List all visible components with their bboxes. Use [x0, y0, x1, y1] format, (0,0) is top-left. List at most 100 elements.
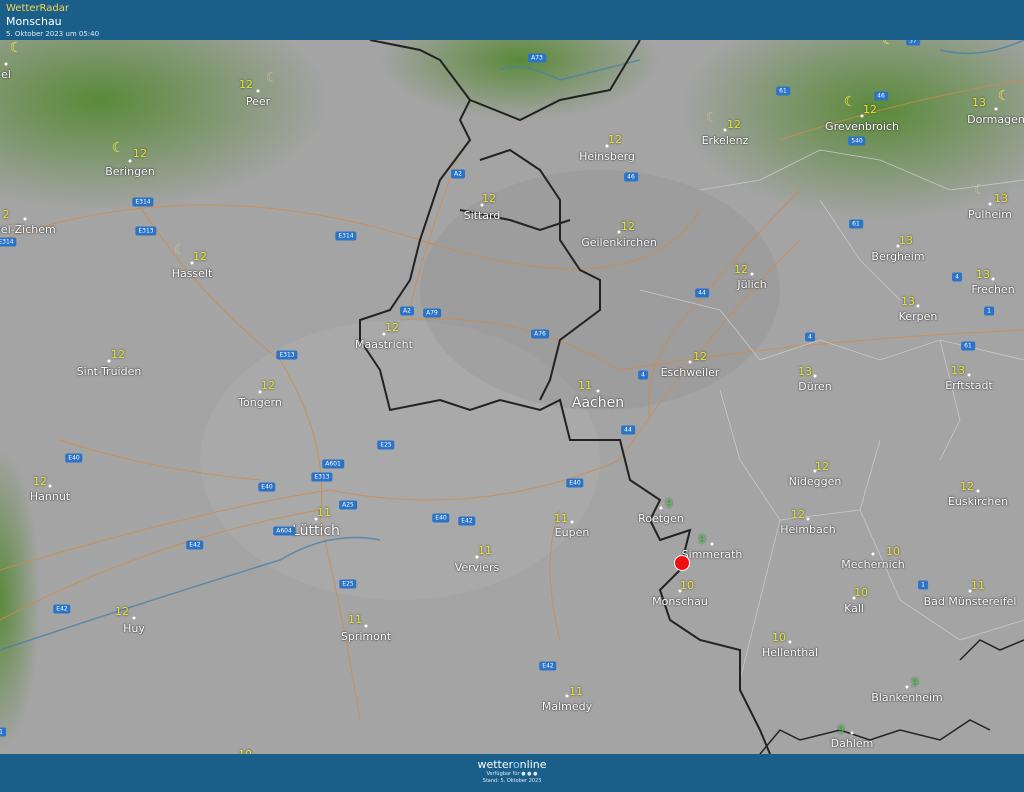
- road-shield: E42: [53, 604, 71, 614]
- city-label[interactable]: Jülich: [737, 278, 766, 291]
- moon-icon: ☾: [9, 40, 23, 56]
- city-dot: [806, 517, 810, 521]
- city-label[interactable]: Malmedy: [542, 700, 592, 713]
- city-label[interactable]: Huy: [123, 622, 145, 635]
- road-shield: 1: [0, 727, 6, 737]
- temperature-label: 13: [899, 234, 913, 247]
- city-label[interactable]: Kall: [844, 602, 864, 615]
- city-dot: [871, 552, 875, 556]
- map-base: [0, 40, 1024, 754]
- location-pin[interactable]: [674, 555, 690, 571]
- moon-icon: ☾: [111, 140, 125, 156]
- brand-title: WetterRadar: [6, 3, 70, 14]
- radar-map[interactable]: Beringen 12 Peer 12 vel-Zichem 2 Hasselt 12 Sint…: [0, 40, 1024, 754]
- city-dot: [48, 484, 52, 488]
- city-dot: [132, 616, 136, 620]
- road-shield: 1: [984, 306, 994, 316]
- city-dot: [850, 731, 854, 735]
- city-label[interactable]: Sint-Truiden: [77, 365, 142, 378]
- road-shield: A2: [451, 169, 465, 179]
- city-dot: [976, 489, 980, 493]
- road-shield: A2: [400, 306, 414, 316]
- city-label[interactable]: Bergheim: [871, 250, 924, 263]
- road-shield: E40: [65, 453, 83, 463]
- city-label[interactable]: Maastricht: [355, 338, 413, 351]
- city-dot: [23, 217, 27, 221]
- city-label[interactable]: Hasselt: [172, 267, 213, 280]
- temperature-label: 10: [772, 631, 786, 644]
- city-label[interactable]: Nideggen: [789, 475, 842, 488]
- temperature-label: 11: [578, 379, 592, 392]
- city-label[interactable]: Beringen: [105, 165, 155, 178]
- city-label[interactable]: Düren: [798, 380, 831, 393]
- city-label[interactable]: Pulheim: [968, 208, 1012, 221]
- moon-icon: ☾: [973, 182, 987, 198]
- road-shield: E40: [432, 513, 450, 523]
- moon-icon: ☾: [705, 110, 719, 126]
- temperature-label: 12: [621, 220, 635, 233]
- city-dot: [364, 624, 368, 628]
- city-dot: [128, 159, 132, 163]
- road-shield: E42: [186, 540, 204, 550]
- city-label[interactable]: Grevenbroich: [825, 120, 899, 133]
- temperature-label: 12: [727, 118, 741, 131]
- city-label[interactable]: Mechernich: [841, 558, 904, 571]
- city-label[interactable]: vel-Zichem: [0, 223, 56, 236]
- temperature-label: 9: [698, 533, 706, 546]
- road-shield: E313: [276, 350, 298, 360]
- city-label[interactable]: Tongern: [238, 396, 282, 409]
- road-shield: A73: [528, 53, 546, 63]
- city-label[interactable]: Sprimont: [341, 630, 391, 643]
- city-dot: [596, 389, 600, 393]
- temperature-label: 11: [478, 544, 492, 557]
- city-label[interactable]: Euskirchen: [948, 495, 1008, 508]
- city-dot: [710, 542, 714, 546]
- city-label[interactable]: el: [1, 68, 11, 81]
- temperature-label: 12: [482, 192, 496, 205]
- city-label[interactable]: Lüttich: [292, 523, 340, 539]
- city-label[interactable]: Bad Münstereifel: [924, 595, 1017, 608]
- road-shield: A25: [339, 500, 357, 510]
- moon-icon: ☾: [997, 88, 1011, 104]
- city-label[interactable]: Simmerath: [682, 548, 743, 561]
- temperature-label: 9: [837, 723, 845, 736]
- city-label[interactable]: Heinsberg: [579, 150, 635, 163]
- city-label[interactable]: Heimbach: [780, 523, 836, 536]
- moon-icon: ☾: [173, 242, 187, 258]
- available-note: Verfügbar für ● ● ●: [486, 771, 538, 777]
- city-label[interactable]: Aachen: [572, 395, 624, 411]
- city-label[interactable]: Kerpen: [899, 310, 938, 323]
- city-label[interactable]: Monschau: [652, 595, 708, 608]
- city-label[interactable]: Erftstadt: [945, 379, 993, 392]
- temperature-label: 12: [111, 348, 125, 361]
- temperature-label: 10: [886, 545, 900, 558]
- temperature-label: 9: [665, 497, 673, 510]
- road-shield: E314: [335, 231, 357, 241]
- city-label[interactable]: Blankenheim: [871, 691, 943, 704]
- city-label[interactable]: Hellenthal: [762, 646, 818, 659]
- city-label[interactable]: Eupen: [555, 526, 590, 539]
- city-label[interactable]: Eschweiler: [661, 366, 720, 379]
- temperature-label: 12: [608, 133, 622, 146]
- app-header: WetterRadar Monschau 5. Oktober 2023 um …: [0, 0, 1024, 40]
- city-label[interactable]: Roetgen: [638, 512, 684, 525]
- city-label[interactable]: Geilenkirchen: [581, 236, 657, 249]
- city-label[interactable]: Dormagen: [967, 113, 1024, 126]
- wetteronline-logo[interactable]: wetteronline: [0, 758, 1024, 771]
- road-shield: E42: [539, 661, 557, 671]
- road-shield: 4: [638, 370, 648, 380]
- city-label[interactable]: Dahlem: [831, 737, 874, 750]
- city-label[interactable]: Erkelenz: [702, 134, 749, 147]
- city-label[interactable]: Sittard: [464, 209, 501, 222]
- city-label[interactable]: Verviers: [455, 561, 500, 574]
- temperature-label: 12: [791, 508, 805, 521]
- city-label[interactable]: Peer: [246, 95, 270, 108]
- temperature-label: 2: [2, 208, 10, 221]
- temperature-label: 11: [348, 613, 362, 626]
- city-label[interactable]: Frechen: [971, 283, 1014, 296]
- city-dot: [994, 107, 998, 111]
- temperature-label: 12: [815, 460, 829, 473]
- stand-date: Stand: 5. Oktober 2023: [482, 778, 542, 784]
- temperature-label: 12: [734, 263, 748, 276]
- city-label[interactable]: Hannut: [30, 490, 70, 503]
